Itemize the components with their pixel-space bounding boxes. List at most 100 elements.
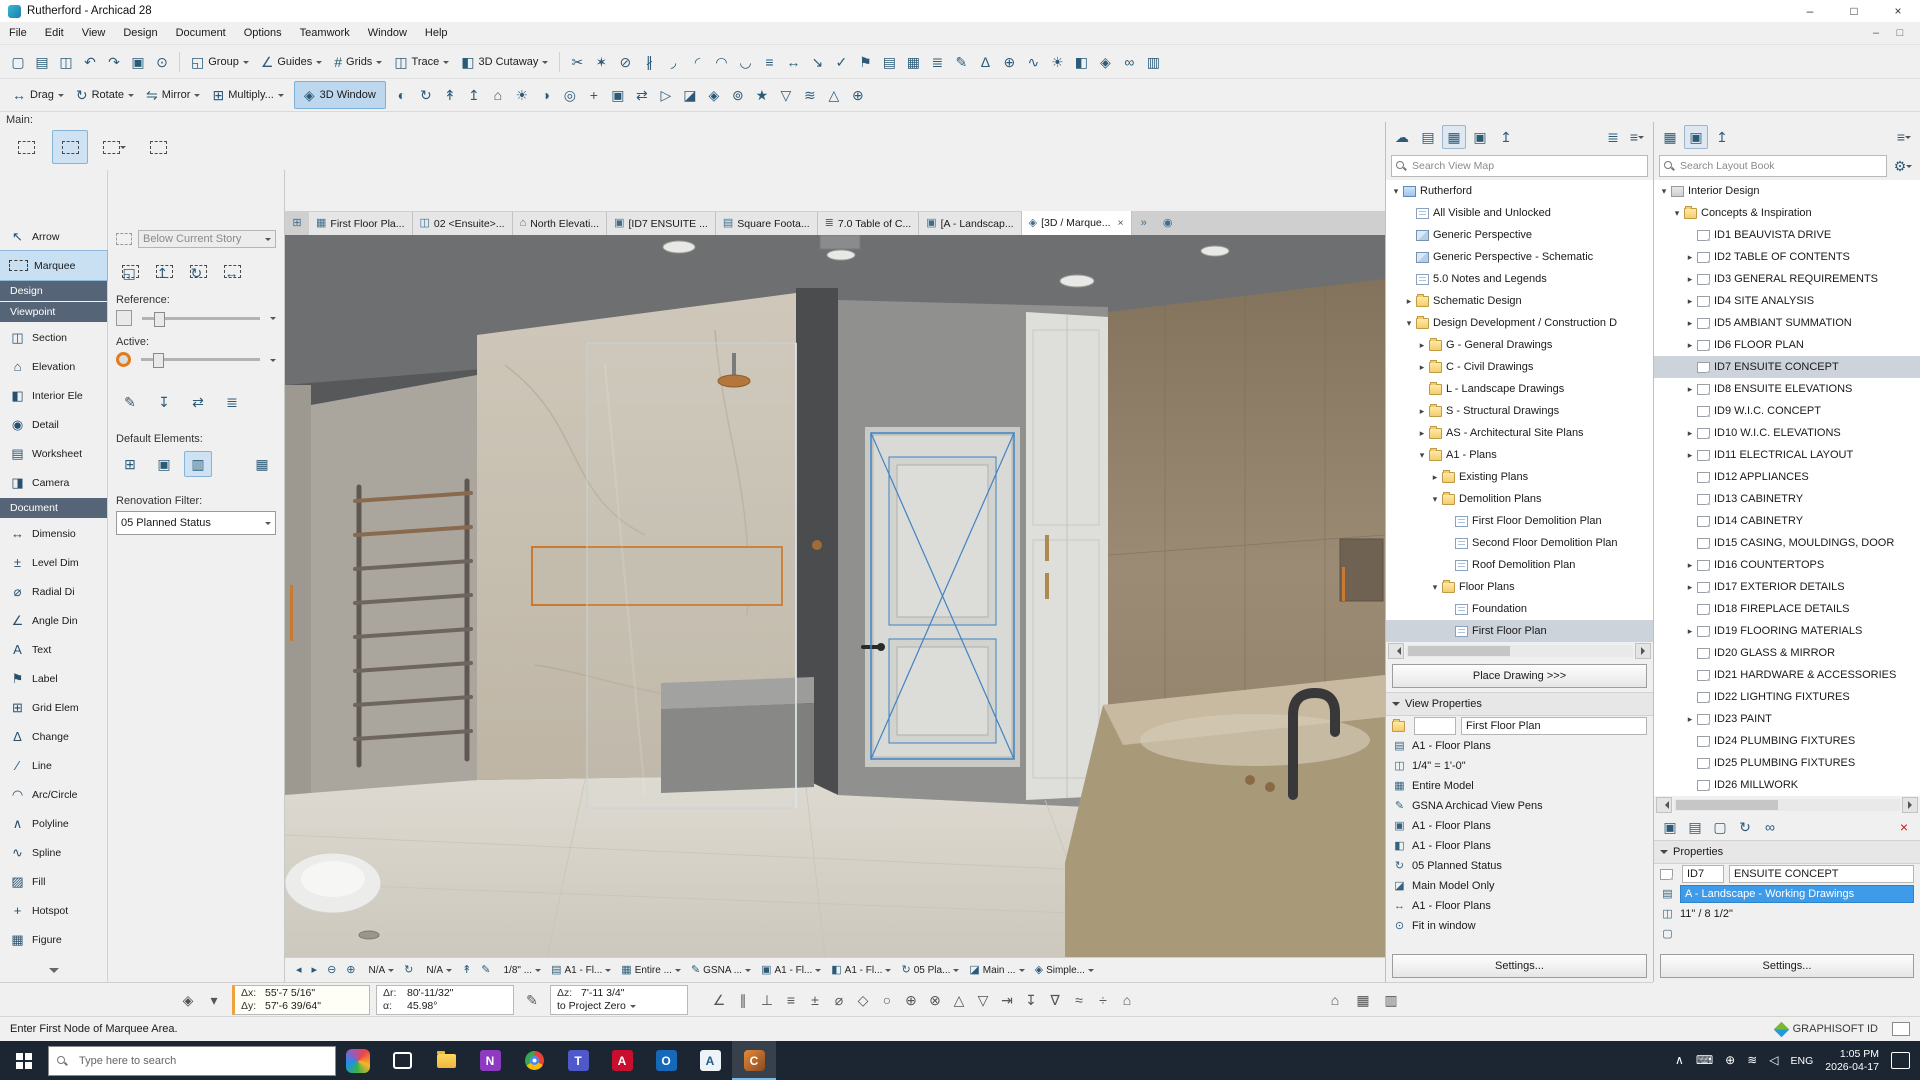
layout[interactable]: ▸ ID5 AMBIANT SUMMATION (1654, 312, 1920, 334)
folder[interactable]: ▸ G - General Drawings (1386, 334, 1653, 356)
tab-layout[interactable]: ▣ [ID7 ENSUITE ... (607, 212, 716, 235)
maximize-button[interactable]: □ (1832, 0, 1876, 22)
left-wall-edge[interactable] (285, 385, 311, 805)
redo[interactable]: ↷ (102, 50, 126, 74)
tab-3d[interactable]: ◈ [3D / Marque... × (1022, 211, 1132, 235)
tr-div[interactable]: ÷ (1092, 989, 1114, 1011)
library[interactable]: ▤ (877, 50, 901, 74)
revision[interactable]: Δ (973, 50, 997, 74)
tab-layout[interactable]: ▣ [A - Landscap... (919, 212, 1021, 235)
tracker-menu[interactable]: ◈ (176, 988, 200, 1012)
edit[interactable]: Edit (36, 22, 73, 44)
teamwork[interactable]: Teamwork (291, 22, 359, 44)
view[interactable]: First Floor Demolition Plan (1386, 510, 1653, 532)
fill-tool[interactable]: ▨Fill (0, 867, 107, 896)
inject[interactable]: ↧ (150, 389, 178, 415)
book[interactable]: ▾ Interior Design (1654, 180, 1920, 202)
mq-copy[interactable]: ◱ (116, 258, 144, 284)
pickup[interactable]: ✎ (116, 389, 144, 415)
explore[interactable]: ↟ (438, 83, 462, 107)
view-name-field[interactable]: First Floor Plan (1461, 717, 1647, 735)
document[interactable]: Document (0, 498, 107, 518)
view3d[interactable]: Generic Perspective - Schematic (1386, 246, 1653, 268)
tracker-pen[interactable]: ✎ (520, 988, 544, 1012)
tr-diam[interactable]: ⌀ (828, 989, 850, 1011)
3d-style-control[interactable]: ◈ Simple... (1030, 959, 1099, 981)
project[interactable]: ▾ Rutherford (1386, 180, 1653, 202)
[interactable]: □ (1888, 27, 1912, 39)
reno[interactable]: ↻ 05 Planned Status (1386, 856, 1653, 876)
wall-shelf-niche[interactable] (1340, 539, 1383, 601)
label-tool[interactable]: ⚑Label (0, 664, 107, 693)
wardrobe-cabinet[interactable] (1026, 312, 1108, 800)
interior-tool[interactable]: ◧Interior Ele (0, 381, 107, 410)
expander-icon[interactable]: ▸ (1683, 582, 1697, 593)
fillet[interactable]: ◠ (709, 50, 733, 74)
mep[interactable]: ∿ (1021, 50, 1045, 74)
target[interactable]: ⊚ (726, 83, 750, 107)
bathtub[interactable] (1065, 675, 1385, 957)
expander-icon[interactable]: ▾ (1428, 494, 1442, 505)
layout[interactable]: ID18 FIREPLACE DETAILS (1654, 598, 1920, 620)
vmap[interactable]: ▦ (1658, 125, 1682, 149)
archicad-28[interactable]: C (732, 1041, 776, 1080)
layout-book-hscrollbar[interactable] (1654, 796, 1920, 814)
layout[interactable]: ▸ ID11 ELECTRICAL LAYOUT (1654, 444, 1920, 466)
tr-par[interactable]: ∥ (732, 989, 754, 1011)
notification-center-icon[interactable] (1891, 1052, 1910, 1069)
grids[interactable]: #Grids (328, 49, 388, 75)
render[interactable]: ◎ (558, 83, 582, 107)
fly[interactable]: ▷ (654, 83, 678, 107)
taskbar-search[interactable] (48, 1046, 336, 1076)
newdraw[interactable]: ▢ (1709, 817, 1731, 837)
tab-elev[interactable]: ⌂ North Elevati... (513, 212, 608, 235)
leveldim-tool[interactable]: ±Level Dim (0, 548, 107, 577)
zoomfit[interactable]: ⊙ Fit in window (1386, 916, 1653, 936)
layout[interactable]: ID24 PLUMBING FIXTURES (1654, 730, 1920, 752)
view[interactable]: View (73, 22, 115, 44)
penq[interactable]: ✎ (476, 959, 495, 981)
active-slider-handle[interactable] (153, 353, 164, 368)
design[interactable]: Design (0, 281, 107, 301)
system-clock[interactable]: 1:05 PM 2026-04-17 (1825, 1048, 1879, 1074)
tr-slope[interactable]: ∇ (1044, 989, 1066, 1011)
angledim-tool[interactable]: ∠Angle Din (0, 606, 107, 635)
expander-icon[interactable]: ▸ (1683, 340, 1697, 351)
layout[interactable]: ▸ ID23 PAINT (1654, 708, 1920, 730)
viewpoint[interactable]: Viewpoint (0, 302, 107, 322)
expander-icon[interactable]: ▸ (1683, 714, 1697, 725)
worksheet-tool[interactable]: ▤Worksheet (0, 439, 107, 468)
transfer[interactable]: ⇄ (184, 389, 212, 415)
shower-glass-panel[interactable] (587, 343, 796, 808)
marquee-box-mode[interactable] (140, 130, 176, 164)
pen-set-control[interactable]: ✎ GSNA ... (686, 959, 756, 981)
expander-icon[interactable]: ▸ (1683, 626, 1697, 637)
addview[interactable]: + (582, 83, 606, 107)
tr-up[interactable]: △ (948, 989, 970, 1011)
tr-circ[interactable]: ○ (876, 989, 898, 1011)
expander-icon[interactable]: ▸ (1683, 384, 1697, 395)
tr-special[interactable]: ◇ (852, 989, 874, 1011)
zoomout[interactable]: ⊖ (322, 959, 341, 981)
folder[interactable]: ▸ C - Civil Drawings (1386, 356, 1653, 378)
copilot-icon[interactable] (346, 1049, 370, 1073)
north[interactable]: △ (822, 83, 846, 107)
tr-x[interactable]: ⊕ (900, 989, 922, 1011)
vtrace[interactable]: ◐ (390, 83, 414, 107)
folder[interactable]: ▸ S - Structural Drawings (1386, 400, 1653, 422)
layout[interactable]: ▸ ID17 EXTERIOR DETAILS (1654, 576, 1920, 598)
file-explorer[interactable] (424, 1041, 468, 1080)
walkq[interactable]: ↟ (457, 959, 476, 981)
reference-slider[interactable] (116, 310, 276, 326)
wand[interactable]: ✶ (589, 50, 613, 74)
status-grid-icon[interactable] (1892, 1022, 1910, 1036)
cloud[interactable]: ☁ (1390, 125, 1414, 149)
chamfer[interactable]: ◡ (733, 50, 757, 74)
newlay[interactable]: ▣ (1659, 817, 1681, 837)
outlook[interactable]: O (644, 1041, 688, 1080)
tr-approx[interactable]: ≈ (1068, 989, 1090, 1011)
expander-icon[interactable]: ▾ (1402, 318, 1416, 329)
view[interactable]: Foundation (1386, 598, 1653, 620)
override[interactable]: ◧ A1 - Floor Plans (1386, 836, 1653, 856)
minimize-button[interactable]: – (1788, 0, 1832, 22)
